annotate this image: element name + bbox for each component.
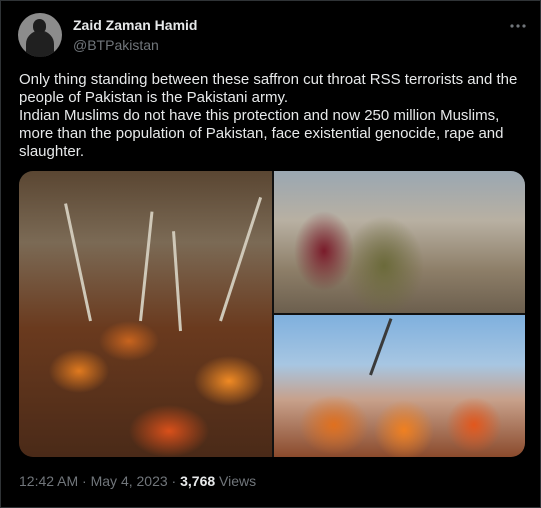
tweet-meta: 12:42 AM · May 4, 2023 · 3,768 Views xyxy=(19,473,256,489)
more-icon-svg xyxy=(510,24,526,28)
tweet-text: Only thing standing between these saffro… xyxy=(19,71,529,161)
tweet-paragraph-1: Only thing standing between these saffro… xyxy=(19,71,518,106)
tweet-paragraph-2: Indian Muslims do not have this protecti… xyxy=(19,107,504,160)
author-handle[interactable]: @BTPakistan xyxy=(73,37,159,53)
media-grid[interactable] xyxy=(19,171,525,457)
tweet-card[interactable]: Zaid Zaman Hamid @BTPakistan Only thing … xyxy=(0,0,541,508)
avatar[interactable] xyxy=(18,13,62,57)
raised-weapon xyxy=(139,211,154,322)
raised-weapon xyxy=(369,318,393,376)
media-image-3[interactable] xyxy=(274,315,525,457)
media-image-1[interactable] xyxy=(19,171,272,457)
raised-weapon xyxy=(219,196,263,322)
tweet-time[interactable]: 12:42 AM xyxy=(19,473,78,489)
views-label: Views xyxy=(215,473,257,489)
avatar-head xyxy=(33,19,46,33)
avatar-body xyxy=(26,32,54,57)
media-image-2[interactable] xyxy=(274,171,525,313)
author-name[interactable]: Zaid Zaman Hamid xyxy=(73,17,197,33)
raised-weapon xyxy=(172,231,182,332)
more-horizontal-icon[interactable] xyxy=(508,16,528,36)
meta-separator: · xyxy=(167,473,181,489)
meta-separator: · xyxy=(78,473,91,489)
tweet-date[interactable]: May 4, 2023 xyxy=(91,473,168,489)
raised-weapon xyxy=(64,203,92,322)
views-count: 3,768 xyxy=(180,473,216,489)
